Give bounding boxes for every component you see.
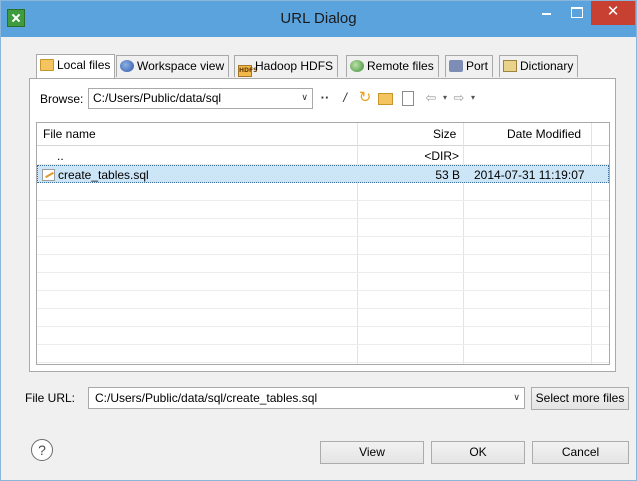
root-directory-button[interactable]: / [336,89,354,107]
file-size-cell: <DIR> [424,149,459,163]
folder-icon [40,59,54,71]
new-file-icon[interactable] [398,89,416,107]
dictionary-icon [503,60,517,72]
hdfs-icon: HDFS [238,65,257,77]
column-header-date[interactable]: Date Modified [507,127,581,141]
port-icon [449,60,463,72]
grid-line [37,308,609,309]
refresh-icon[interactable]: ↻ [356,89,374,107]
parent-directory-button[interactable]: ·· [316,89,334,107]
remote-icon [350,60,364,72]
tab-workspace-view[interactable]: Workspace view [116,55,230,77]
select-more-files-button[interactable]: Select more files [531,387,629,410]
new-folder-icon[interactable] [376,89,394,107]
file-url-label: File URL: [25,391,76,405]
tab-port[interactable]: Port [445,55,494,77]
grid-line [37,362,609,363]
table-row-selected[interactable]: create_tables.sql 53 B 2014-07-31 11:19:… [37,165,609,183]
file-date-cell: 2014-07-31 11:19:07 [474,168,585,182]
minimize-button[interactable] [534,1,560,25]
grid-line [37,254,609,255]
grid-line [37,344,609,345]
view-button[interactable]: View [320,441,424,464]
tab-local-files[interactable]: Local files [36,54,116,78]
grid-line [37,326,609,327]
local-files-panel: Browse: C:/Users/Public/data/sql ∨ ·· / … [29,78,616,372]
cancel-button[interactable]: Cancel [532,441,629,464]
help-icon[interactable]: ? [31,439,53,461]
file-url-combo[interactable]: C:/Users/Public/data/sql/create_tables.s… [88,387,525,409]
grid-line [37,218,609,219]
file-name-cell: .. [57,149,64,163]
file-name-cell: create_tables.sql [42,168,149,182]
tab-label: Remote files [367,59,434,73]
file-size-cell: 53 B [435,168,460,182]
grid-line [37,290,609,291]
tab-remote-files[interactable]: Remote files [346,55,439,77]
file-name-text: create_tables.sql [58,168,149,182]
grid-line [37,272,609,273]
grid-line [37,200,609,201]
column-header-name[interactable]: File name [43,127,96,141]
title-bar: URL Dialog ✕ [1,1,636,37]
table-header: File name Size Date Modified [37,123,609,146]
grid-line [37,236,609,237]
file-table: File name Size Date Modified .. <DIR> cr… [36,122,610,365]
tab-label: Port [466,59,489,73]
tab-label: Dictionary [520,59,574,73]
browse-path-combo[interactable]: C:/Users/Public/data/sql ∨ [88,88,313,109]
column-header-size[interactable]: Size [433,127,456,141]
file-url-value: C:/Users/Public/data/sql/create_tables.s… [95,391,318,405]
tab-label: Hadoop HDFS [255,59,334,73]
chevron-down-icon[interactable]: ∨ [513,392,520,403]
browse-label: Browse: [40,92,84,106]
tab-dictionary[interactable]: Dictionary [499,55,579,77]
close-button[interactable]: ✕ [591,1,635,25]
tab-label: Workspace view [137,59,225,73]
tab-hadoop-hdfs[interactable]: HDFSHadoop HDFS [234,55,339,77]
globe-icon [120,60,134,72]
maximize-button[interactable] [563,1,589,25]
forward-history-dropdown[interactable]: ▾ [464,89,482,107]
sql-file-icon [42,169,55,181]
chevron-down-icon[interactable]: ∨ [301,92,308,103]
url-dialog-window: URL Dialog ✕ Local files Workspace view … [0,0,637,481]
tab-label: Local files [57,58,111,72]
browse-path-value: C:/Users/Public/data/sql [93,91,222,105]
ok-button[interactable]: OK [431,441,525,464]
table-row-parent-dir[interactable]: .. <DIR> [37,147,609,165]
